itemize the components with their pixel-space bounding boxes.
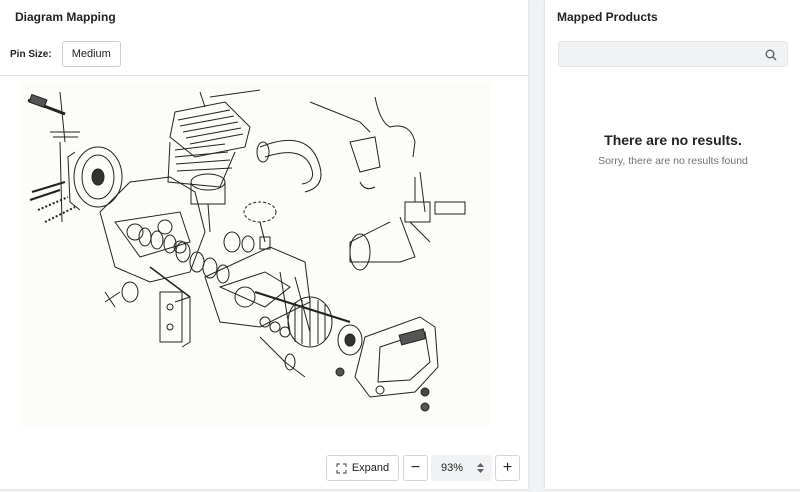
products-panel-title: Mapped Products xyxy=(557,10,658,24)
diagram-part-rod xyxy=(27,91,66,143)
diagram-part-exhaust-pipe xyxy=(256,139,322,193)
diagram-part-gearbox xyxy=(204,246,311,333)
expand-button[interactable]: Expand xyxy=(326,455,399,481)
diagram-part-flywheel xyxy=(50,131,123,223)
toolbar-divider xyxy=(0,75,529,76)
engine-diagram-image xyxy=(27,89,466,412)
empty-state-message: Sorry, there are no results found xyxy=(598,155,748,167)
empty-state-title: There are no results. xyxy=(604,132,742,148)
zoom-level-value: 93% xyxy=(441,462,464,474)
product-search-box xyxy=(558,41,788,67)
pin-size-row: Pin Size: Medium xyxy=(10,41,121,67)
diagram-part-sprocket xyxy=(337,324,363,356)
diagram-part-piston xyxy=(190,173,226,233)
diagram-panel-title: Diagram Mapping xyxy=(15,10,116,24)
diagram-part-cylinder xyxy=(167,89,261,188)
diagram-part-small-bolts xyxy=(104,266,430,412)
product-search-input[interactable] xyxy=(559,42,759,66)
diagram-part-carburettor xyxy=(349,171,466,271)
search-icon[interactable] xyxy=(765,48,777,66)
expand-arrows-icon xyxy=(336,462,347,474)
pin-size-label: Pin Size: xyxy=(10,48,52,60)
diagram-canvas[interactable] xyxy=(20,82,490,427)
up-down-chevron-icon xyxy=(477,463,484,473)
diagram-part-bracket xyxy=(159,291,191,348)
expand-label: Expand xyxy=(351,462,390,474)
zoom-in-button[interactable]: + xyxy=(495,455,520,481)
pin-size-select[interactable]: Medium xyxy=(61,41,121,67)
zoom-level-select[interactable]: 93% xyxy=(431,455,492,481)
diagram-mapping-panel: Diagram Mapping Pin Size: Medium Expand … xyxy=(0,0,529,489)
mapped-products-panel: Mapped Products There are no results. So… xyxy=(544,0,800,489)
diagram-part-ring xyxy=(243,201,277,250)
diagram-part-ignition-coil xyxy=(309,96,416,190)
zoom-out-button[interactable]: − xyxy=(403,455,428,481)
diagram-part-cover xyxy=(354,316,439,398)
diagram-part-crankcase xyxy=(99,176,206,283)
